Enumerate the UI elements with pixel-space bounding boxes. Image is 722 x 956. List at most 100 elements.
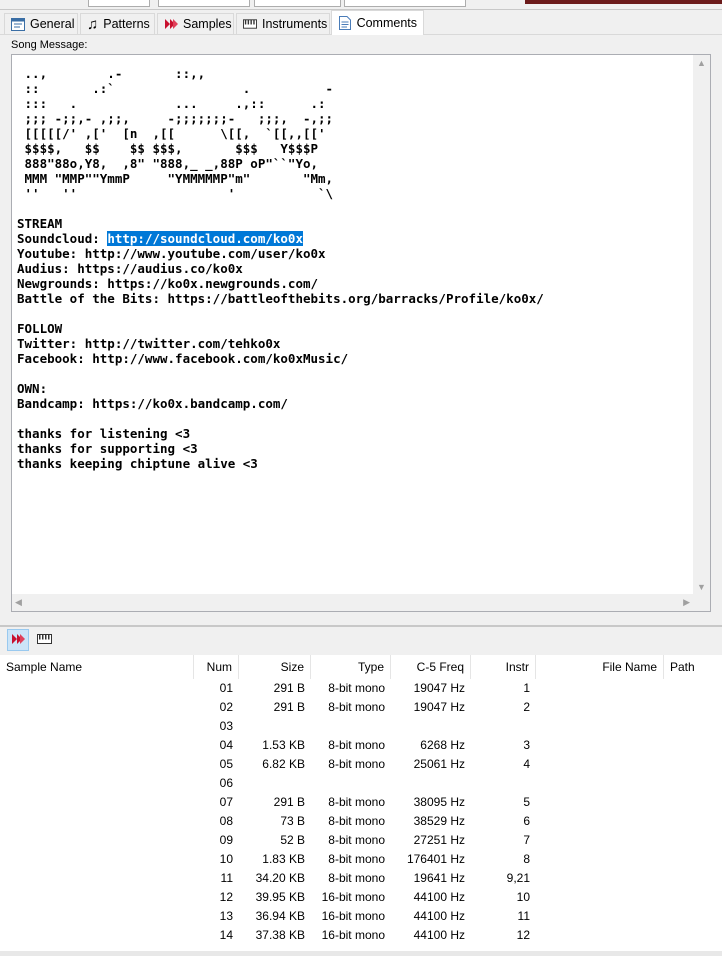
document-icon <box>338 16 352 30</box>
table-row[interactable]: 12 39.95 KB 16-bit mono 44100 Hz 10 <box>0 888 722 907</box>
cell-num: 03 <box>219 719 233 733</box>
tab-general[interactable]: General <box>4 13 78 34</box>
show-samples-button[interactable] <box>7 629 29 651</box>
cell-size <box>239 774 311 793</box>
ascii-art-logo: .., .- ::,, :: .:` . - ::: . ... .,:: .:… <box>24 66 334 201</box>
cell-freq: 25061 Hz <box>413 757 465 771</box>
cell-type: 16-bit mono <box>321 909 385 923</box>
cell-type: 8-bit mono <box>328 852 385 866</box>
cell-instr: 1 <box>523 681 530 695</box>
table-row[interactable]: 13 36.94 KB 16-bit mono 44100 Hz 11 <box>0 907 722 926</box>
table-row[interactable]: 04 1.53 KB 8-bit mono 6268 Hz 3 <box>0 736 722 755</box>
tab-label: Comments <box>356 16 417 30</box>
cell-instr: 7 <box>523 833 530 847</box>
cell-path <box>664 907 722 926</box>
cell-name <box>0 793 194 812</box>
cell-size: 52 B <box>280 833 305 847</box>
vertical-scrollbar[interactable]: ▲ ▼ <box>693 55 710 595</box>
table-row[interactable]: 03 <box>0 717 722 736</box>
toolbar-combo[interactable] <box>158 0 250 7</box>
toolbar-combo[interactable] <box>88 0 150 7</box>
table-row[interactable]: 06 <box>0 774 722 793</box>
cell-size: 291 B <box>273 700 305 714</box>
cell-instr: 2 <box>523 700 530 714</box>
column-header-num[interactable]: Num <box>194 655 239 679</box>
sample-list[interactable]: Sample Name Num Size Type C-5 Freq Instr… <box>0 655 722 951</box>
column-header-size[interactable]: Size <box>239 655 311 679</box>
cell-file <box>536 907 664 926</box>
column-header-instr[interactable]: Instr <box>471 655 536 679</box>
toolbar-combo[interactable] <box>254 0 341 7</box>
cell-file <box>536 926 664 945</box>
scroll-down-icon[interactable]: ▼ <box>697 582 706 592</box>
cell-type: 8-bit mono <box>328 795 385 809</box>
column-header-sample-name[interactable]: Sample Name <box>0 655 194 679</box>
cell-file <box>536 774 664 793</box>
song-message-text[interactable]: .., .- ::,, :: .:` . - ::: . ... .,:: .:… <box>17 66 692 596</box>
tab-patterns[interactable]: ♫ Patterns <box>80 13 155 34</box>
column-header-file-name[interactable]: File Name <box>536 655 664 679</box>
column-header-c5-freq[interactable]: C-5 Freq <box>391 655 471 679</box>
cell-path <box>664 679 722 698</box>
cell-file <box>536 831 664 850</box>
table-row[interactable]: 11 34.20 KB 8-bit mono 19641 Hz 9,21 <box>0 869 722 888</box>
piano-icon <box>36 633 52 647</box>
tab-instruments[interactable]: Instruments <box>236 13 330 34</box>
general-icon <box>11 17 25 31</box>
cell-type: 8-bit mono <box>328 757 385 771</box>
toolbar-combo[interactable] <box>344 0 466 7</box>
cell-name <box>0 888 194 907</box>
tab-samples[interactable]: Samples <box>157 13 234 34</box>
tab-label: Samples <box>183 17 232 31</box>
status-strip <box>0 951 722 956</box>
cell-instr: 5 <box>523 795 530 809</box>
tab-label: General <box>30 17 75 31</box>
table-row[interactable]: 14 37.38 KB 16-bit mono 44100 Hz 12 <box>0 926 722 945</box>
cell-path <box>664 812 722 831</box>
table-row[interactable]: 10 1.83 KB 8-bit mono 176401 Hz 8 <box>0 850 722 869</box>
cell-file <box>536 869 664 888</box>
cell-name <box>0 869 194 888</box>
cell-file <box>536 717 664 736</box>
cell-freq: 19047 Hz <box>413 681 465 695</box>
table-row[interactable]: 09 52 B 8-bit mono 27251 Hz 7 <box>0 831 722 850</box>
cell-name <box>0 717 194 736</box>
scroll-right-icon[interactable]: ▶ <box>683 597 690 607</box>
table-row[interactable]: 01 291 B 8-bit mono 19047 Hz 1 <box>0 679 722 698</box>
cell-freq: 38095 Hz <box>413 795 465 809</box>
cell-type: 16-bit mono <box>321 890 385 904</box>
cell-num: 06 <box>219 776 233 790</box>
table-row[interactable]: 07 291 B 8-bit mono 38095 Hz 5 <box>0 793 722 812</box>
horizontal-scrollbar[interactable]: ◀ ▶ <box>12 594 693 611</box>
cell-path <box>664 869 722 888</box>
cell-num: 14 <box>219 928 233 942</box>
table-row[interactable]: 02 291 B 8-bit mono 19047 Hz 2 <box>0 698 722 717</box>
cell-type: 8-bit mono <box>328 814 385 828</box>
tab-strip: General ♫ Patterns Samples Instruments C… <box>0 10 722 35</box>
samples-icon <box>164 17 178 31</box>
cell-file <box>536 888 664 907</box>
list-header: Sample Name Num Size Type C-5 Freq Instr… <box>0 655 722 679</box>
cell-freq: 27251 Hz <box>413 833 465 847</box>
cell-num: 05 <box>219 757 233 771</box>
cell-size: 1.83 KB <box>262 852 305 866</box>
samples-icon <box>11 632 25 649</box>
column-header-path[interactable]: Path <box>664 655 722 679</box>
cell-name <box>0 774 194 793</box>
column-header-type[interactable]: Type <box>311 655 391 679</box>
tab-comments[interactable]: Comments <box>331 10 424 35</box>
show-instruments-button[interactable] <box>33 629 55 651</box>
cell-num: 08 <box>219 814 233 828</box>
cell-size: 291 B <box>273 681 305 695</box>
cell-file <box>536 812 664 831</box>
song-message-textarea[interactable]: .., .- ::,, :: .:` . - ::: . ... .,:: .:… <box>11 54 711 612</box>
table-row[interactable]: 08 73 B 8-bit mono 38529 Hz 6 <box>0 812 722 831</box>
cell-freq: 44100 Hz <box>413 928 465 942</box>
cell-path <box>664 831 722 850</box>
cell-file <box>536 679 664 698</box>
scroll-left-icon[interactable]: ◀ <box>15 597 22 607</box>
table-row[interactable]: 05 6.82 KB 8-bit mono 25061 Hz 4 <box>0 755 722 774</box>
scroll-up-icon[interactable]: ▲ <box>697 58 706 68</box>
cell-freq: 6268 Hz <box>420 738 465 752</box>
cell-path <box>664 717 722 736</box>
